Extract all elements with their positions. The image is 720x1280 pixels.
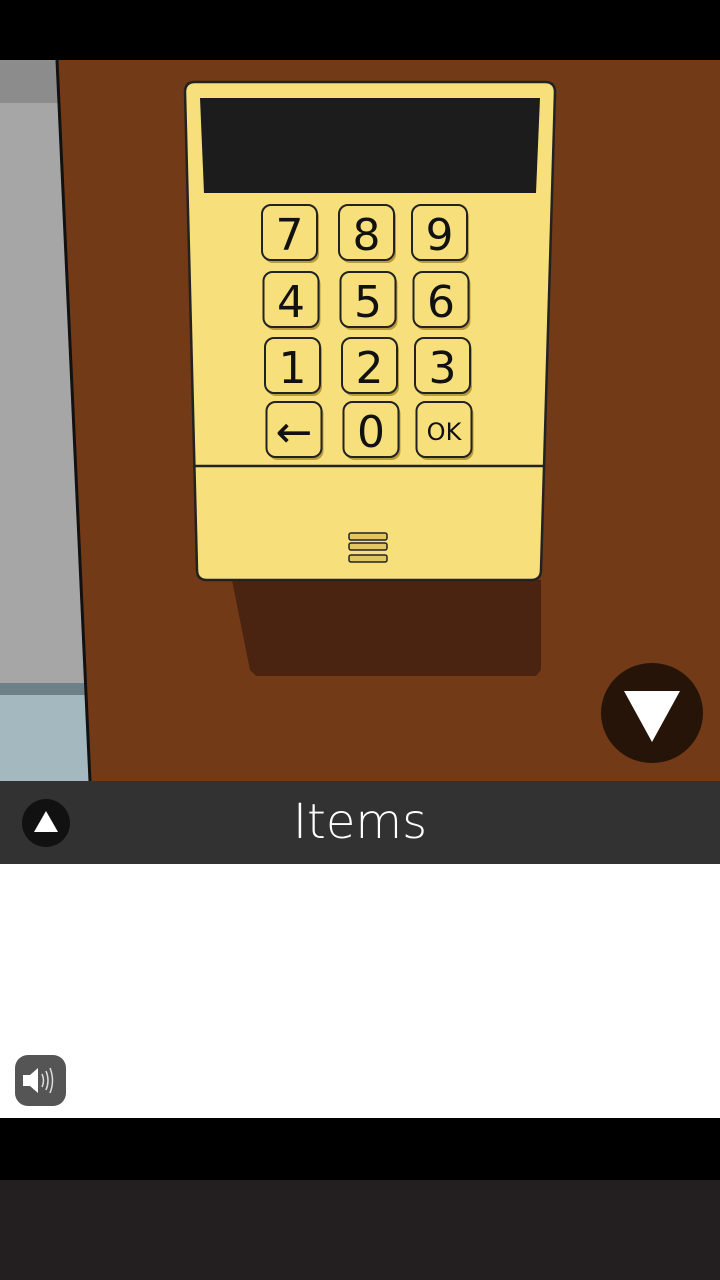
game-scene: 7 8 9 4 5 6 1 2 3 ← 0 OK: [0, 60, 720, 781]
keypad-key[interactable]: 2: [341, 337, 399, 396]
keypad-key[interactable]: 5: [339, 271, 398, 330]
keypad-key[interactable]: ←: [265, 401, 324, 460]
keypad-key[interactable]: 7: [261, 204, 319, 263]
items-inventory: [0, 864, 720, 1118]
keypad-key-label: ←: [276, 407, 313, 458]
nav-down-button[interactable]: [601, 663, 703, 763]
keypad: [183, 80, 557, 582]
keypad-key-label: 3: [429, 343, 457, 394]
system-nav-area: [0, 1180, 720, 1280]
keypad-key-label: 7: [276, 210, 304, 261]
keypad-key-label: 4: [277, 277, 305, 328]
items-bar: Items: [0, 781, 720, 864]
keypad-key-label: 5: [354, 277, 382, 328]
keypad-key[interactable]: 9: [411, 204, 469, 263]
keypad-key[interactable]: 1: [264, 337, 322, 396]
bottom-letterbox: [0, 1118, 720, 1180]
status-bar: [0, 0, 720, 60]
speaker-grill: [348, 532, 388, 563]
keypad-key-label: OK: [427, 418, 463, 446]
keypad-display: [200, 98, 540, 193]
keypad-key[interactable]: 0: [342, 401, 401, 460]
items-toggle-button[interactable]: [22, 799, 70, 847]
keypad-key-label: 6: [427, 277, 455, 328]
speaker-icon: [23, 1067, 54, 1094]
keypad-key[interactable]: 4: [262, 271, 321, 330]
keypad-key-label: 0: [357, 407, 385, 458]
keypad-key[interactable]: OK: [415, 401, 474, 460]
items-title: Items: [292, 794, 428, 850]
sound-toggle-button[interactable]: [15, 1055, 66, 1106]
keypad-shadow: [232, 580, 541, 676]
keypad-key[interactable]: 6: [412, 271, 471, 330]
keypad-key-label: 1: [279, 343, 307, 394]
keypad-key[interactable]: 8: [338, 204, 396, 263]
keypad-key-label: 2: [356, 343, 384, 394]
keypad-key[interactable]: 3: [414, 337, 472, 396]
keypad-key-label: 8: [353, 210, 381, 261]
keypad-key-label: 9: [426, 210, 454, 261]
